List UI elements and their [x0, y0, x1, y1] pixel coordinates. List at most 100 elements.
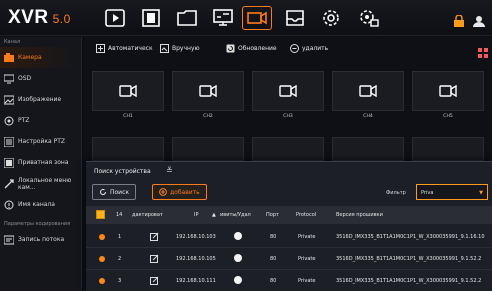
grid-layout-icon[interactable] [478, 43, 488, 58]
sidebar-item-ptz-settings[interactable]: Настройка PTZ [0, 131, 81, 152]
video-camera-icon [439, 85, 457, 97]
add-button-label: добавить [170, 188, 200, 196]
manual-add-button[interactable]: Вручную [160, 44, 200, 53]
auto-add-icon [96, 44, 105, 53]
channel-name-icon [4, 200, 14, 210]
row-number: 3 [118, 278, 122, 284]
camera-tile[interactable] [92, 137, 164, 161]
folder-icon[interactable] [172, 6, 202, 30]
delete-icon [290, 44, 299, 53]
sidebar: Канал Камера OSD Изображение PTZ Настрой… [0, 37, 82, 291]
sidebar-item-label: Имя канала [18, 201, 55, 208]
refresh-label: Обновление [238, 45, 277, 52]
chevron-down-icon: ▼ [479, 190, 483, 196]
status-dot [99, 256, 105, 262]
filter-select[interactable]: Priva ▼ [416, 184, 488, 200]
edit-header: дактироват [132, 212, 163, 218]
sidebar-item-label: Настройка PTZ [18, 138, 65, 145]
protocol-header: Protocol [296, 212, 317, 218]
camera-tile[interactable] [332, 137, 404, 161]
camera-tile-ch2[interactable] [172, 71, 244, 111]
edit-icon[interactable] [150, 232, 159, 241]
delete-label: удалить [302, 45, 329, 52]
sidebar-section-header: Параметры кодирования [4, 221, 71, 227]
connection-dot [234, 254, 242, 262]
sidebar-item-osd[interactable]: OSD [0, 68, 81, 89]
sidebar-item-camera[interactable]: Камера [0, 47, 81, 68]
firmware-header: Версия прошивки [336, 212, 383, 218]
ptz-settings-icon [4, 136, 14, 147]
camera-tile[interactable] [412, 137, 484, 161]
camera-icon [4, 52, 14, 63]
port: 80 [270, 278, 277, 284]
camera-tile-ch1[interactable] [92, 71, 164, 111]
video-file-icon[interactable] [136, 6, 166, 30]
row-number: 1 [118, 234, 122, 240]
playback-icon[interactable] [100, 6, 130, 30]
storage-icon[interactable] [280, 6, 310, 30]
camera-toolbar: Автоматическ Вручную Обновление удалить [84, 41, 492, 59]
filter-value: Priva [421, 190, 434, 196]
camera-tile[interactable] [172, 137, 244, 161]
camera-tile-ch5[interactable] [412, 71, 484, 111]
protocol: Private [298, 234, 316, 240]
ptz-icon [4, 116, 14, 126]
delete-button[interactable]: удалить [290, 44, 328, 53]
sidebar-item-privacy-zone[interactable]: Приватная зона [0, 152, 81, 173]
sidebar-item-label: Локальное меню кам... [18, 176, 72, 191]
edit-icon[interactable] [150, 276, 159, 285]
sidebar-item-channel-name[interactable]: Имя канала [0, 194, 81, 215]
camera-icon[interactable] [242, 6, 272, 30]
sidebar-item-image[interactable]: Изображение [0, 89, 81, 110]
sort-icon[interactable]: ▲ [212, 212, 216, 218]
gear-icon[interactable] [316, 6, 346, 30]
connection-dot [234, 276, 242, 284]
sidebar-item-label: Приватная зона [18, 159, 69, 166]
camera-tile[interactable] [252, 137, 324, 161]
auto-add-button[interactable]: Автоматическ [96, 44, 153, 53]
ip-address: 192.168.10.105 [176, 256, 216, 262]
lock-icon[interactable] [452, 12, 466, 27]
port-header: Порт [266, 212, 279, 218]
status-dot [99, 234, 105, 240]
local-menu-icon [4, 178, 14, 189]
system-settings-icon[interactable] [354, 6, 384, 30]
table-row[interactable]: 1 192.168.10.103 80 Private 3516D_IMX335… [86, 226, 492, 248]
table-row[interactable]: 2 192.168.10.105 80 Private 3516D_IMX335… [86, 248, 492, 270]
select-all-checkbox[interactable] [96, 210, 105, 219]
port: 80 [270, 256, 277, 262]
edit-icon[interactable] [150, 254, 159, 263]
camera-label: CH5 [443, 114, 453, 119]
search-button[interactable]: Поиск [92, 184, 137, 200]
firmware-version: 3516D_IMX335_B1T1A1M0C1P1_W_X300035991_9… [336, 256, 482, 262]
device-table-header: 14 дактироват IP ▲ ивиты/Удал Порт Proto… [86, 206, 492, 224]
video-camera-icon [199, 85, 217, 97]
table-row[interactable]: 3 192.168.10.111 80 Private 3516D_IMX335… [86, 270, 492, 291]
camera-tile-ch3[interactable] [252, 71, 324, 111]
camera-label: CH4 [363, 114, 373, 119]
sidebar-item-stream-record[interactable]: Запись потока [0, 229, 81, 250]
video-camera-icon [119, 85, 137, 97]
refresh-button[interactable]: Обновление [226, 44, 277, 53]
sidebar-item-local-menu[interactable]: Локальное меню кам... [0, 173, 81, 194]
add-button[interactable]: добавить [152, 184, 207, 200]
sidebar-item-label: Запись потока [18, 236, 65, 243]
status-dot [99, 278, 105, 284]
protocol: Private [298, 256, 316, 262]
user-icon[interactable] [472, 12, 486, 27]
filter-label: Фильтр [386, 190, 406, 196]
image-icon [4, 95, 14, 105]
network-icon[interactable] [208, 6, 238, 30]
camera-tile-ch4[interactable] [332, 71, 404, 111]
manual-add-icon [160, 44, 169, 53]
manual-add-label: Вручную [172, 45, 200, 52]
port: 80 [270, 234, 277, 240]
sidebar-item-label: PTZ [18, 117, 30, 124]
sidebar-item-ptz[interactable]: PTZ [0, 110, 81, 131]
count-header: 14 [116, 212, 123, 218]
app-name: XVR [8, 7, 49, 28]
collapse-icon[interactable]: ≚ [166, 166, 173, 175]
device-search-dialog: Поиск устройства ≚ Поиск добавить Фильтр… [86, 161, 492, 291]
ip-address: 192.168.10.103 [176, 234, 216, 240]
sidebar-item-label: Камера [18, 54, 42, 61]
